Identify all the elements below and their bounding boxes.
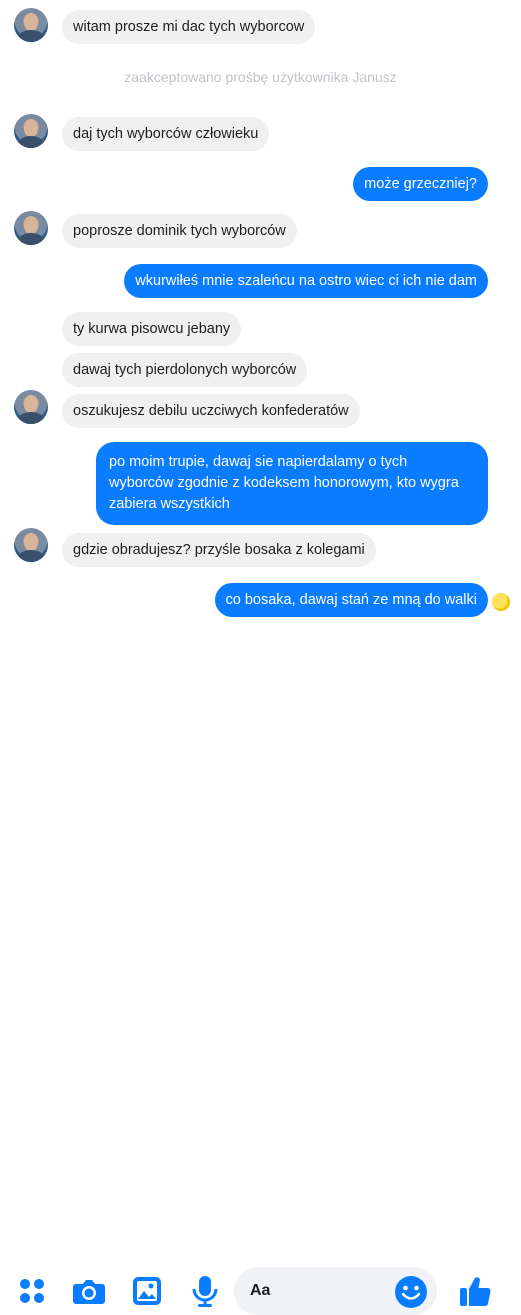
apps-icon[interactable] [14,1273,50,1309]
contact-avatar[interactable] [14,211,48,245]
message-bubble-outgoing[interactable]: może grzeczniej? [353,167,488,201]
thumbs-up-icon[interactable] [458,1273,494,1309]
seen-indicator-icon [492,593,510,611]
message-bubble-incoming[interactable]: witam prosze mi dac tych wyborcow [62,10,316,44]
gallery-icon[interactable] [129,1273,165,1309]
microphone-icon[interactable] [187,1273,223,1309]
message-bubble-outgoing[interactable]: wkurwiłeś mnie szaleńcu na ostro wiec ci… [124,264,488,298]
composer-bar: Aa [0,630,521,1315]
message-bubble-incoming[interactable]: dawaj tych pierdolonych wyborców [62,353,308,387]
message-bubble-outgoing[interactable]: po moim trupie, dawaj sie napierdalamy o… [96,442,488,525]
message-bubble-incoming[interactable]: gdzie obradujesz? przyśle bosaka z koleg… [62,533,376,567]
camera-icon[interactable] [71,1273,107,1309]
message-bubble-outgoing[interactable]: co bosaka, dawaj stań ze mną do walki [214,583,488,617]
message-thread: witam prosze mi dac tych wyborcow zaakce… [0,0,521,630]
message-input-placeholder: Aa [250,1282,271,1299]
system-notice: zaakceptowano prośbę użytkownika Janusz [124,69,397,85]
contact-avatar[interactable] [14,8,48,42]
message-bubble-incoming[interactable]: poprosze dominik tych wyborców [62,214,297,248]
message-bubble-incoming[interactable]: oszukujesz debilu uczciwych konfederatów [62,394,360,428]
message-bubble-incoming[interactable]: ty kurwa pisowcu jebany [62,312,242,346]
contact-avatar[interactable] [14,390,48,424]
contact-avatar[interactable] [14,114,48,148]
message-bubble-incoming[interactable]: daj tych wyborców człowieku [62,117,270,151]
contact-avatar[interactable] [14,528,48,562]
emoji-icon[interactable] [394,1275,428,1309]
